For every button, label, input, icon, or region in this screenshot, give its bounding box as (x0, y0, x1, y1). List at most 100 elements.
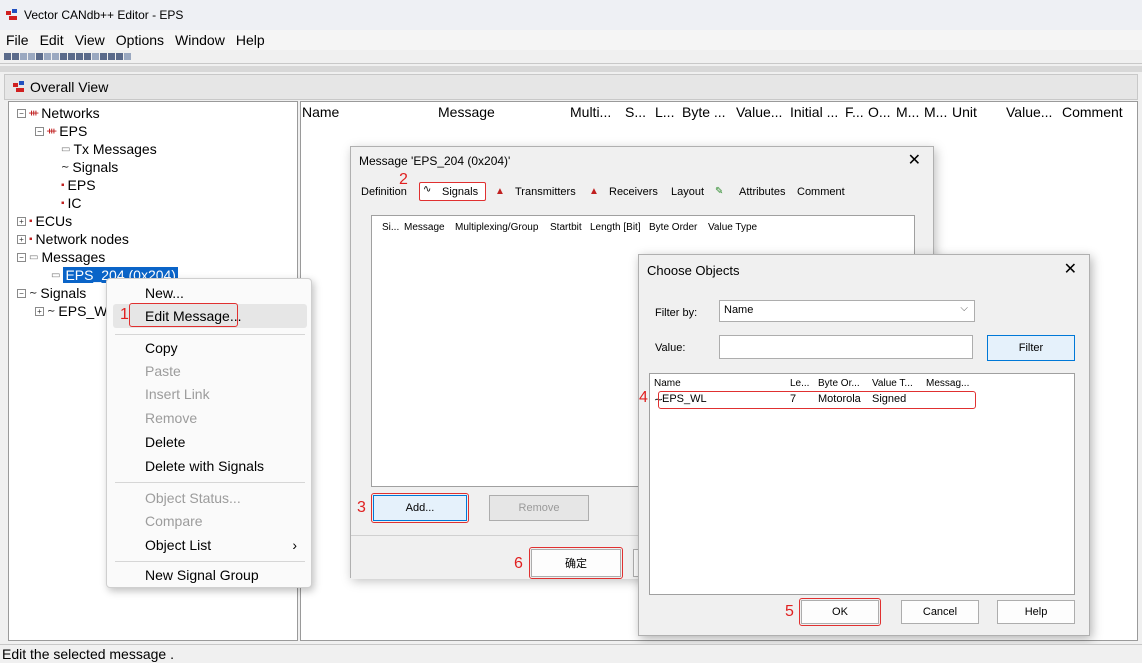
col-value-table[interactable]: Value... (1006, 104, 1052, 120)
collapse-icon[interactable]: − (17, 252, 26, 262)
view4-icon[interactable] (84, 53, 91, 60)
tree-item-network-nodes[interactable]: + ▪ Network nodes (17, 230, 129, 248)
tree-item-tx-messages[interactable]: ▭ Tx Messages (61, 140, 157, 158)
collapse-icon[interactable]: − (17, 108, 26, 118)
expand-icon[interactable]: + (17, 216, 26, 226)
expand-icon[interactable]: + (35, 306, 44, 316)
view1-icon[interactable] (60, 53, 67, 60)
expand-icon[interactable]: + (17, 234, 26, 244)
col-length[interactable]: L... (655, 104, 674, 120)
col-message[interactable]: Message (438, 104, 495, 120)
col-startbit[interactable]: S... (625, 104, 646, 120)
close-icon[interactable]: ✕ (1064, 259, 1077, 279)
menu-window[interactable]: Window (175, 32, 225, 48)
col-byte-order[interactable]: Byte Or... (818, 378, 860, 389)
tab-layout[interactable]: Layout (671, 186, 704, 198)
col-value-type[interactable]: Value T... (872, 378, 913, 389)
tree-item-ic-node[interactable]: ▪ IC (61, 194, 82, 212)
menu-separator (115, 482, 305, 483)
menu-item-remove: Remove (145, 410, 198, 426)
tab-transmitters[interactable]: Transmitters (515, 186, 576, 198)
window-icon[interactable] (124, 53, 131, 60)
col-initial[interactable]: Initial ... (790, 104, 838, 120)
collapse-icon[interactable]: − (35, 126, 44, 136)
menu-help[interactable]: Help (236, 32, 265, 48)
tree-item-signal-eps-w[interactable]: + ∼ EPS_W (35, 302, 107, 320)
col-value-type[interactable]: Value Type (708, 222, 757, 233)
tree-item-eps-network[interactable]: − ᚒ EPS (35, 122, 87, 140)
tree-item-networks[interactable]: − ᚒ Networks (17, 104, 100, 122)
objects-list[interactable]: Name Le... Byte Or... Value T... Messag.… (649, 373, 1075, 595)
col-name[interactable]: Name (654, 378, 681, 389)
col-length[interactable]: Le... (790, 378, 809, 389)
tab-attributes[interactable]: Attributes (739, 186, 785, 198)
menu-item-object-list[interactable]: Object List (145, 534, 211, 556)
view3-icon[interactable] (76, 53, 83, 60)
network-icon[interactable] (100, 53, 107, 60)
step-5-highlight (799, 598, 881, 626)
step-1-label: 1 (120, 306, 129, 323)
col-length[interactable]: Length [Bit] (590, 222, 641, 233)
cancel-button[interactable]: Cancel (901, 600, 979, 624)
tree-item-messages[interactable]: − ▭ Messages (17, 248, 105, 266)
menu-file[interactable]: File (6, 32, 29, 48)
col-value-type[interactable]: Value... (736, 104, 782, 120)
overall-view-icon (13, 81, 27, 93)
view5-icon[interactable] (92, 53, 99, 60)
step-3-label: 3 (357, 499, 366, 516)
col-comment[interactable]: Comment (1062, 104, 1123, 120)
toolbar (0, 50, 1142, 64)
col-startbit[interactable]: Startbit (550, 222, 582, 233)
title-bar: Vector CANdb++ Editor - EPS (0, 0, 1142, 30)
tree-item-signals[interactable]: − ∼ Signals (17, 284, 86, 302)
col-message[interactable]: Messag... (926, 378, 969, 389)
copy-icon[interactable] (28, 53, 35, 60)
value-input[interactable] (719, 335, 973, 359)
list-icon[interactable] (116, 53, 123, 60)
col-min[interactable]: M... (896, 104, 919, 120)
delete-icon[interactable] (44, 53, 51, 60)
tab-signals[interactable]: Signals (442, 186, 478, 198)
app-icon (6, 9, 20, 21)
cut-icon[interactable] (20, 53, 27, 60)
view2-icon[interactable] (68, 53, 75, 60)
menu-view[interactable]: View (75, 32, 105, 48)
col-byte-order[interactable]: Byte Order (649, 222, 697, 233)
ecu-icon: ▪ (29, 215, 33, 227)
paste-icon[interactable] (36, 53, 43, 60)
col-multiplexing[interactable]: Multiplexing/Group (455, 222, 538, 233)
col-factor[interactable]: F... (845, 104, 864, 120)
menu-item-new-signal-group[interactable]: New Signal Group (145, 564, 259, 586)
receiver-icon: ▲ (589, 186, 599, 197)
menu-options[interactable]: Options (116, 32, 164, 48)
save-icon[interactable] (12, 53, 19, 60)
open-icon[interactable] (4, 53, 11, 60)
overall-view-header: Overall View (4, 74, 1138, 100)
tree-item-eps-node[interactable]: ▪ EPS (61, 176, 96, 194)
col-byte-order[interactable]: Byte ... (682, 104, 726, 120)
close-icon[interactable]: ✕ (908, 150, 921, 170)
menu-item-new[interactable]: New... (145, 282, 184, 304)
menu-item-object-status: Object Status... (145, 490, 241, 506)
menu-item-delete-with-signals[interactable]: Delete with Signals (145, 455, 264, 477)
tab-receivers[interactable]: Receivers (609, 186, 658, 198)
menu-edit[interactable]: Edit (40, 32, 64, 48)
col-multi[interactable]: Multi... (570, 104, 611, 120)
collapse-icon[interactable]: − (17, 288, 26, 298)
tree-item-ecus[interactable]: + ▪ ECUs (17, 212, 72, 230)
tree-item-signals-child[interactable]: ∼ Signals (61, 158, 118, 176)
col-max[interactable]: M... (924, 104, 947, 120)
tab-comment[interactable]: Comment (797, 186, 845, 198)
col-unit[interactable]: Unit (952, 104, 977, 120)
menu-item-copy[interactable]: Copy (145, 337, 178, 359)
node-icon[interactable] (108, 53, 115, 60)
filter-by-select[interactable]: Name ⌵ (719, 300, 975, 322)
filter-button[interactable]: Filter (987, 335, 1075, 361)
col-signal[interactable]: Si... (382, 222, 399, 233)
col-message[interactable]: Message (404, 222, 445, 233)
menu-item-delete[interactable]: Delete (145, 431, 185, 453)
col-name[interactable]: Name (302, 104, 339, 120)
find-icon[interactable] (52, 53, 59, 60)
help-button[interactable]: Help (997, 600, 1075, 624)
col-offset[interactable]: O... (868, 104, 891, 120)
